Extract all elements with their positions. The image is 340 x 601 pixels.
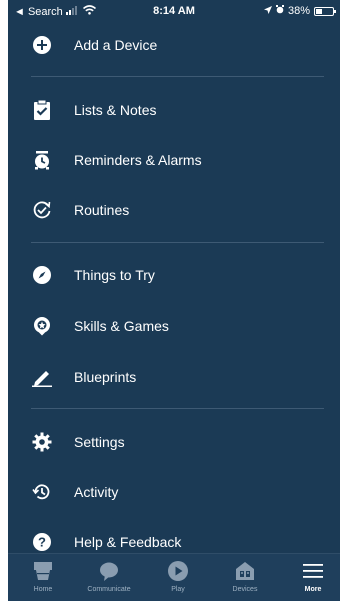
menu-item-things-to-try[interactable]: Things to Try [30, 258, 320, 292]
menu-label: Help & Feedback [74, 534, 182, 550]
skills-badge-icon [30, 314, 54, 338]
divider [31, 242, 324, 243]
devices-house-icon [234, 559, 256, 583]
menu-label: Blueprints [74, 369, 137, 385]
alarm-status-icon [275, 5, 284, 17]
tab-label: More [304, 586, 322, 593]
menu-label: Things to Try [74, 267, 155, 283]
menu-label: Routines [74, 202, 130, 218]
question-circle-icon: ? [30, 530, 54, 554]
svg-text:?: ? [38, 535, 46, 550]
history-icon [30, 480, 54, 504]
home-icon [32, 559, 54, 583]
menu-label: Activity [74, 484, 119, 500]
play-icon [167, 559, 189, 583]
menu-label: Settings [74, 434, 125, 450]
menu-item-routines[interactable]: Routines [30, 193, 320, 227]
battery-percent: 38% [287, 5, 310, 17]
clipboard-check-icon [30, 98, 54, 122]
menu-item-activity[interactable]: Activity [30, 475, 320, 509]
tab-label: Home [33, 586, 53, 593]
menu-item-blueprints[interactable]: Blueprints [30, 360, 320, 394]
plus-circle-icon [30, 33, 54, 57]
hamburger-icon [301, 559, 325, 583]
app-screen: ◄ Search 8:14 AM 38% Add a Device Lists … [8, 0, 340, 601]
tab-devices[interactable]: Devices [212, 554, 278, 601]
gear-icon [30, 430, 54, 454]
status-bar: ◄ Search 8:14 AM 38% [8, 0, 340, 22]
menu-label: Reminders & Alarms [74, 152, 202, 168]
routine-check-icon [30, 198, 54, 222]
bottom-tab-bar: Home Communicate Play Devices More [8, 553, 340, 601]
alarm-clock-icon [30, 148, 54, 172]
menu-item-add-a-device[interactable]: Add a Device [30, 28, 320, 62]
compass-icon [30, 263, 54, 287]
divider [31, 76, 324, 77]
tab-play[interactable]: Play [145, 554, 211, 601]
tab-communicate[interactable]: Communicate [76, 554, 142, 601]
divider [31, 408, 324, 409]
pencil-icon [30, 365, 54, 389]
chat-bubble-icon [98, 559, 120, 583]
menu-item-settings[interactable]: Settings [30, 425, 320, 459]
location-arrow-icon [263, 5, 272, 17]
status-right: 38% [263, 5, 336, 17]
tab-label: Devices [232, 586, 258, 593]
tab-home[interactable]: Home [10, 554, 76, 601]
menu-item-skills-games[interactable]: Skills & Games [30, 309, 320, 343]
menu-label: Skills & Games [74, 318, 169, 334]
menu-label: Add a Device [74, 37, 158, 53]
tab-label: Play [171, 586, 185, 593]
battery-icon [314, 6, 336, 16]
menu-item-reminders-alarms[interactable]: Reminders & Alarms [30, 143, 320, 177]
tab-more[interactable]: More [280, 554, 340, 601]
menu-label: Lists & Notes [74, 102, 157, 118]
tab-label: Communicate [87, 586, 131, 593]
menu-item-lists-notes[interactable]: Lists & Notes [30, 93, 320, 127]
